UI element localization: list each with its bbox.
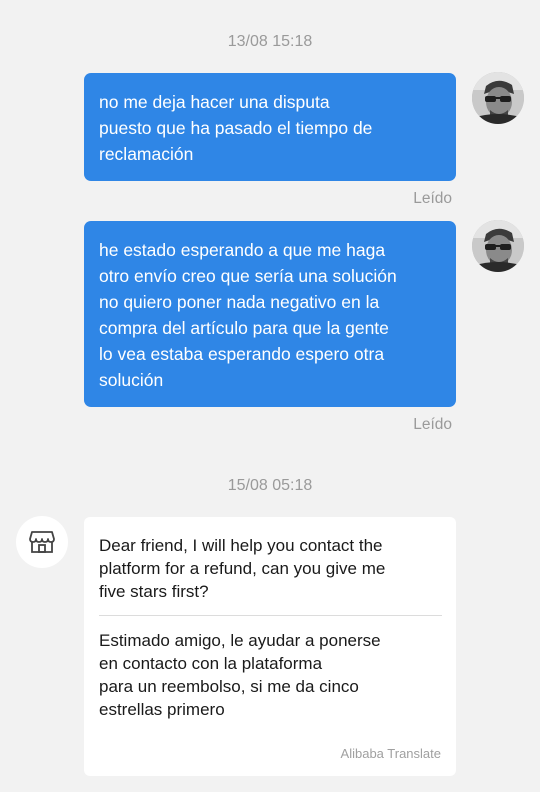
timestamp: 13/08 15:18: [227, 33, 313, 50]
user-photo-icon: [472, 220, 524, 272]
translation-credit: Alibaba Translate: [340, 746, 441, 761]
original-message-text: Dear friend, I will help you contact the…: [99, 536, 386, 601]
outgoing-message[interactable]: no me deja hacer una disputa puesto que …: [84, 73, 456, 181]
divider: [99, 615, 442, 616]
outgoing-message[interactable]: he estado esperando a que me haga otro e…: [84, 221, 456, 407]
translated-message-text: Estimado amigo, le ayudar a ponerse en c…: [99, 631, 381, 719]
user-avatar[interactable]: [472, 72, 524, 124]
timestamp: 15/08 05:18: [227, 477, 313, 494]
user-avatar[interactable]: [472, 220, 524, 272]
read-status: Leído: [413, 190, 452, 207]
user-photo-icon: [472, 72, 524, 124]
incoming-message[interactable]: Dear friend, I will help you contact the…: [84, 517, 456, 776]
store-icon: [29, 531, 55, 553]
store-avatar[interactable]: [16, 516, 68, 568]
read-status: Leído: [413, 416, 452, 433]
